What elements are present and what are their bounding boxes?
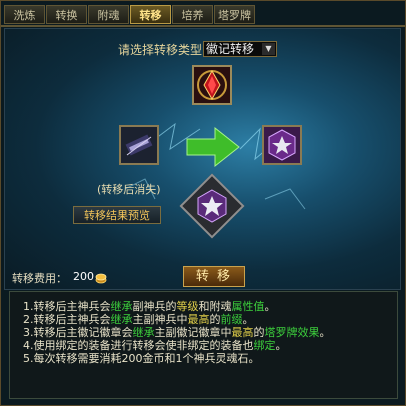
- preview-result-button[interactable]: 转移结果预览: [73, 206, 161, 224]
- info-line: 5.每次转移需要消耗200金币和1个神兵灵魂石。: [23, 350, 260, 366]
- silver-star-emblem-icon: [264, 127, 300, 163]
- tab-tarot[interactable]: 塔罗牌: [214, 5, 255, 24]
- silver-star-emblem-icon: [197, 189, 227, 223]
- result-slot[interactable]: [262, 125, 302, 165]
- top-slot[interactable]: [192, 65, 232, 105]
- tab-refine[interactable]: 洗炼: [4, 5, 45, 24]
- tab-bar: 洗炼 转换 附魂 转移 培养 塔罗牌: [4, 5, 256, 25]
- tab-cultivate[interactable]: 培养: [172, 5, 213, 24]
- info-panel: 1.转移后主神兵会继承副神兵的等级和附魂属性值。 2.转移后主神兵会继承主副神兵中…: [9, 291, 398, 399]
- tab-attach-soul[interactable]: 附魂: [88, 5, 129, 24]
- transfer-type-label: 请选择转移类型: [118, 43, 203, 57]
- tab-divider: [1, 25, 405, 27]
- transfer-button[interactable]: 转 移: [183, 266, 245, 287]
- transfer-type-select[interactable]: 徽记转移 ▼: [203, 41, 277, 57]
- info-text-segment: 5.每次转移需要消耗200金币和1个神兵灵魂石。: [23, 352, 260, 365]
- sub-item-slot[interactable]: [194, 188, 230, 224]
- transfer-type-value: 徽记转移: [206, 42, 255, 56]
- transfer-arrow: [185, 125, 241, 173]
- info-text-segment: 。: [275, 339, 287, 352]
- sword-scroll-icon: [121, 127, 157, 163]
- tab-convert[interactable]: 转换: [46, 5, 87, 24]
- info-text-segment: 。: [264, 300, 276, 313]
- tab-transfer[interactable]: 转移: [130, 5, 171, 24]
- gold-coin-icon: [95, 269, 107, 288]
- info-text-segment: 。: [319, 326, 331, 339]
- cost-value: 200: [73, 270, 94, 283]
- dropdown-arrow-icon[interactable]: ▼: [262, 43, 275, 55]
- red-gem-emblem-icon: [194, 67, 230, 103]
- main-item-slot[interactable]: [119, 125, 159, 165]
- green-arrow-icon: [186, 126, 240, 168]
- disappear-note: (转移后消失): [97, 183, 161, 196]
- transfer-window: 洗炼 转换 附魂 转移 培养 塔罗牌 请选择转移类型 徽记转移 ▼ (转移后消失…: [0, 0, 406, 406]
- cost-label: 转移费用：: [12, 272, 67, 285]
